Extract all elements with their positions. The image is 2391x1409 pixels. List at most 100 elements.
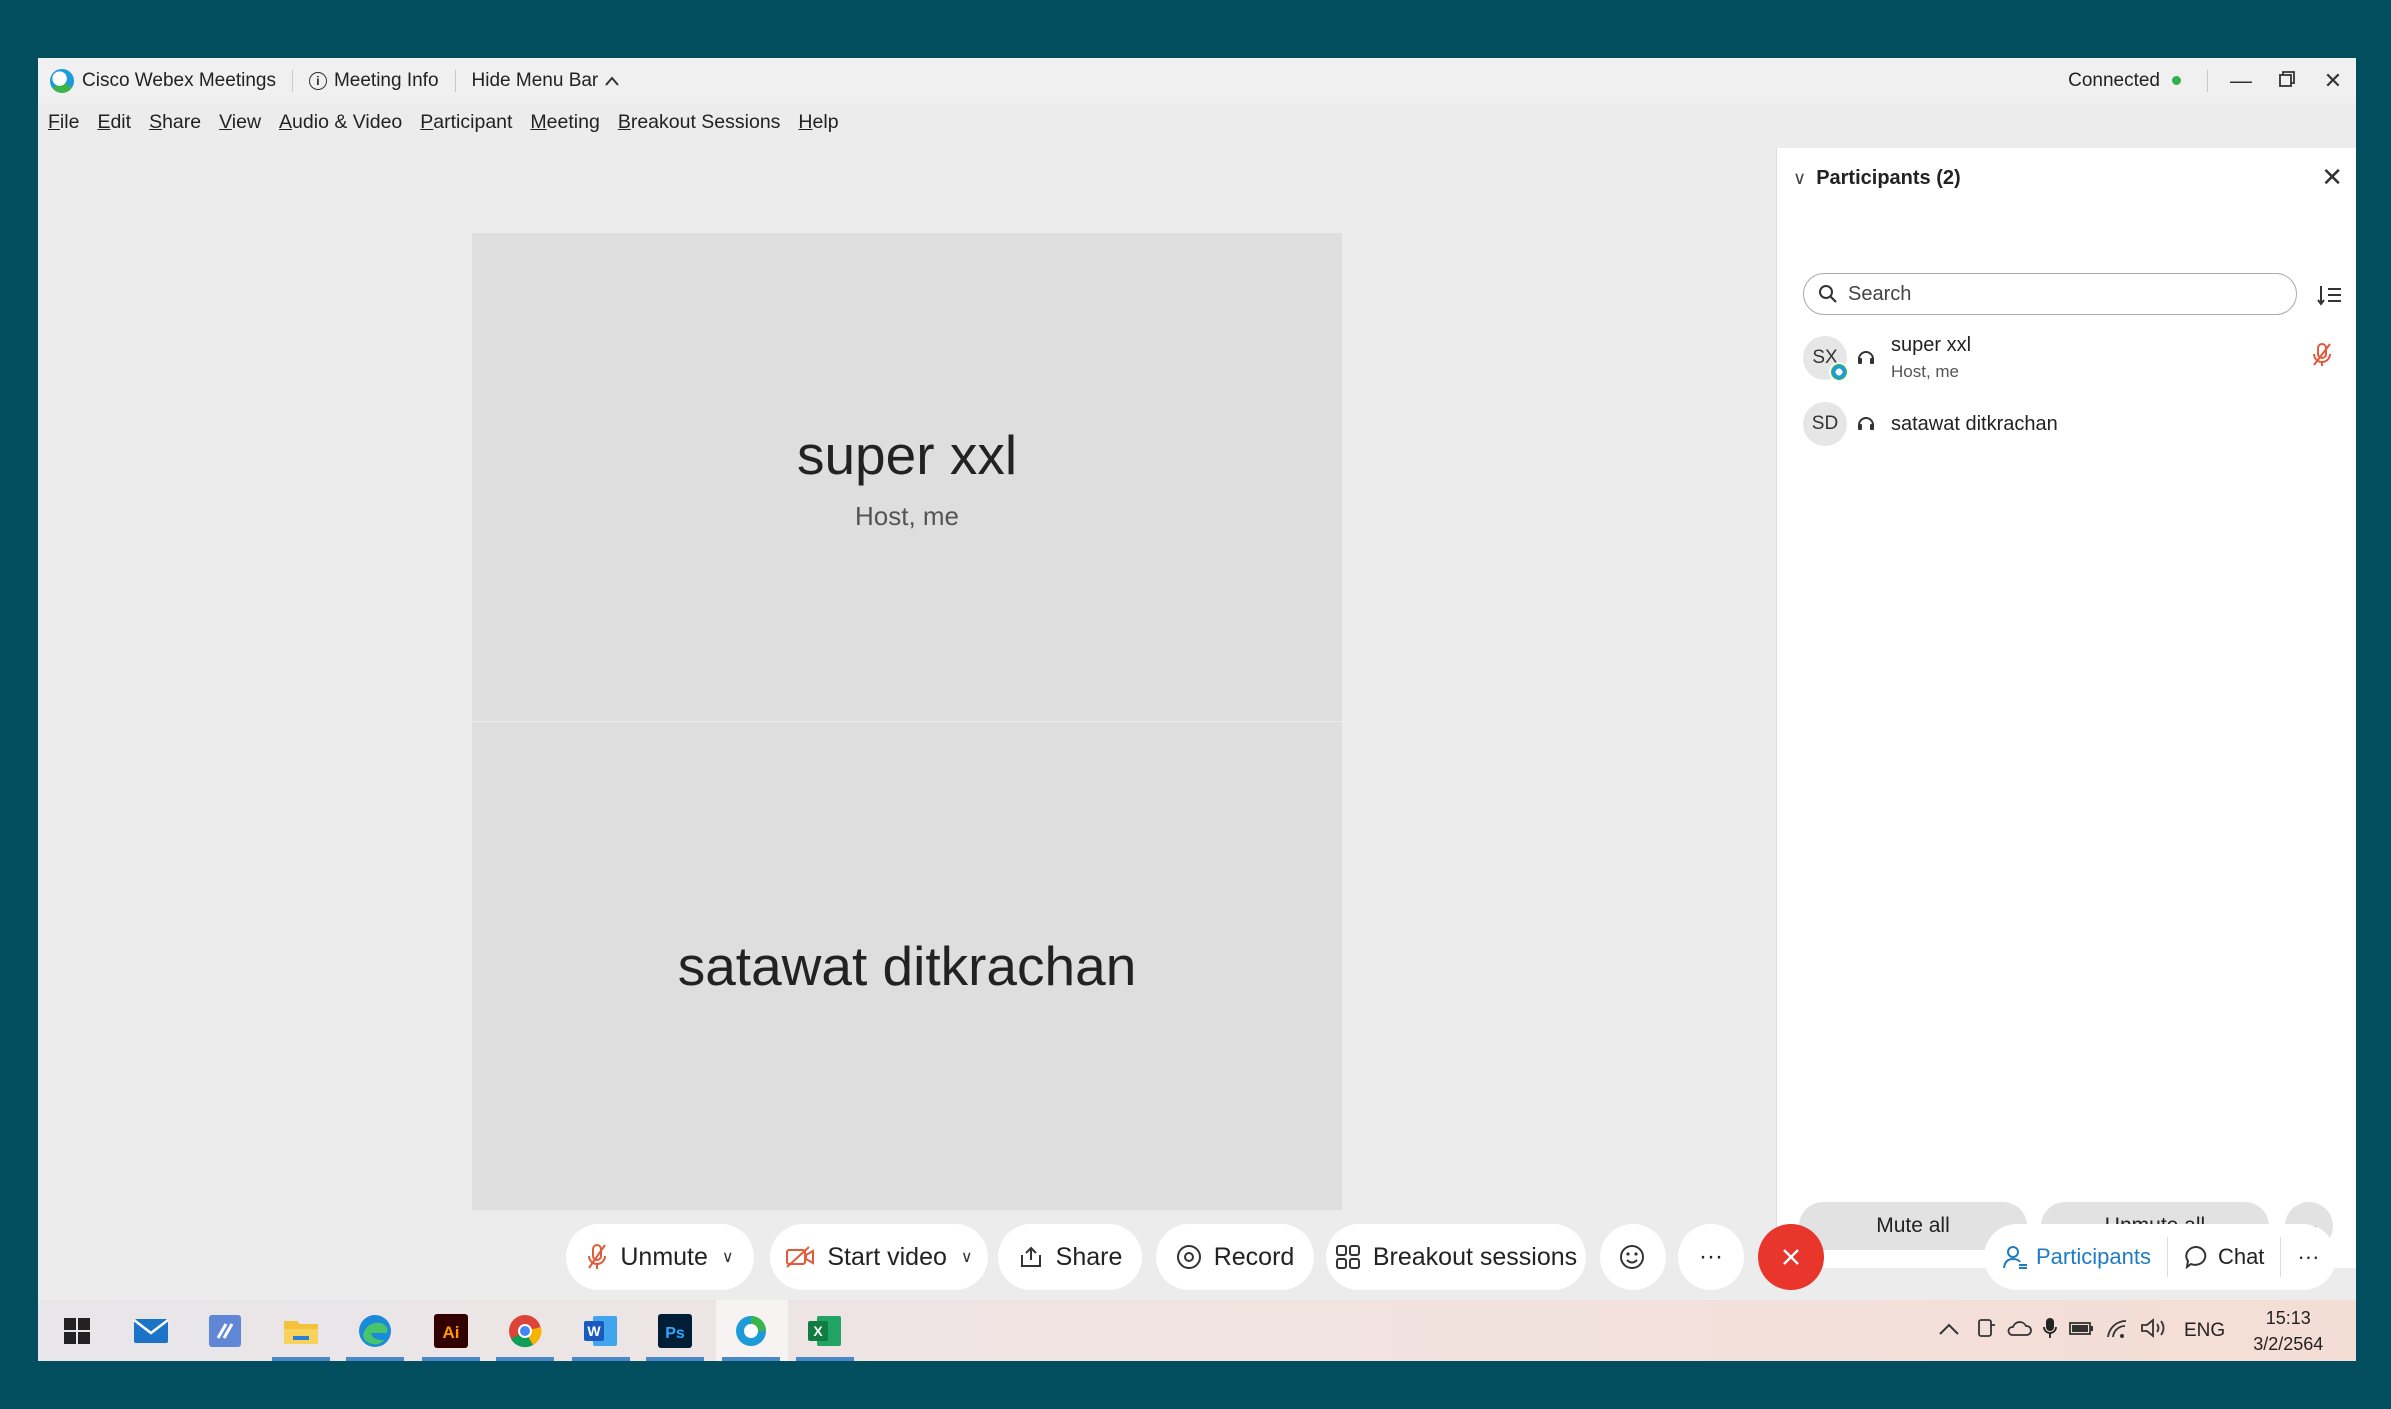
reactions-button[interactable] [1600,1224,1666,1290]
photoshop-icon[interactable]: Ps [656,1312,694,1350]
meeting-info-label: Meeting Info [333,69,439,91]
chat-toggle-label: Chat [2217,1244,2265,1269]
meeting-info-button[interactable]: i Meeting Info [308,69,439,92]
clock-time: 15:13 [2265,1307,2311,1328]
active-indicator [496,1357,554,1361]
menu-help[interactable]: Help [798,111,838,134]
chrome-icon[interactable] [506,1312,544,1350]
menu-file[interactable]: File [48,111,79,134]
video-tile-role: Host, me [854,500,960,531]
active-indicator [646,1357,704,1361]
restore-button[interactable] [2264,68,2310,94]
info-icon: i [308,71,327,90]
participant-name: satawat ditkrachan [1891,412,2058,435]
hide-menu-bar-button[interactable]: Hide Menu Bar [472,70,621,92]
menu-share[interactable]: Share [149,111,201,134]
avatar: SD [1803,402,1847,446]
sort-list-icon[interactable] [2317,284,2343,315]
unmute-button[interactable]: Unmute ∨ [566,1224,754,1290]
video-tile-remote[interactable]: satawat ditkrachan [472,722,1342,1210]
record-button[interactable]: Record [1156,1224,1314,1290]
restore-icon [2279,70,2295,87]
record-label: Record [1213,1242,1295,1271]
more-options-button[interactable]: ··· [1678,1224,1744,1290]
minimize-button[interactable]: — [2218,68,2264,94]
start-video-label: Start video [827,1242,947,1271]
mail-icon[interactable] [132,1312,170,1350]
onedrive-icon[interactable] [2006,1319,2032,1343]
search-icon [1819,285,1837,303]
tray-app-icon[interactable] [1976,1317,1996,1345]
active-indicator [796,1357,854,1361]
participants-toggle-button[interactable]: Participants [2002,1244,2151,1270]
menu-meeting[interactable]: Meeting [530,111,599,134]
webex-logo-icon [50,68,74,93]
close-window-button[interactable]: ✕ [2310,68,2356,94]
menu-edit[interactable]: Edit [97,111,131,134]
video-off-icon [786,1246,815,1268]
clock[interactable]: 15:13 3/2/2564 [2253,1305,2323,1357]
svg-text:Ai: Ai [443,1323,460,1342]
participant-search[interactable] [1803,273,2297,315]
video-tile-name: super xxl [796,423,1018,486]
participants-header: ∨ Participants (2) ✕ [1777,148,2356,208]
chevron-down-icon[interactable]: ∨ [722,1247,734,1267]
active-indicator [572,1357,630,1361]
show-hidden-icons-icon[interactable] [1938,1320,1960,1342]
collapse-chevron-icon[interactable]: ∨ [1793,168,1806,189]
breakout-sessions-button[interactable]: Breakout sessions [1326,1224,1586,1290]
title-bar: Cisco Webex Meetings i Meeting Info Hide… [38,58,2356,103]
divider [2280,1237,2282,1277]
panel-more-options-button[interactable]: ··· [2297,1244,2319,1270]
participant-name: super xxl [1891,334,1972,356]
participant-row[interactable]: SD satawat ditkrachan [1777,394,2356,454]
app-title: Cisco Webex Meetings [82,69,276,91]
divider [2166,1237,2168,1277]
start-video-button[interactable]: Start video ∨ [770,1224,988,1290]
avatar-initials: SD [1811,413,1839,434]
menu-view[interactable]: View [219,111,261,134]
svg-text:X: X [813,1323,823,1339]
microphone-icon[interactable] [2042,1316,2058,1346]
active-indicator [722,1357,780,1361]
microphone-muted-icon[interactable] [2311,342,2333,368]
webex-icon[interactable] [732,1312,770,1350]
microphone-muted-icon [588,1244,607,1269]
participant-row[interactable]: SX super xxl Host, me [1777,328,2356,388]
active-indicator [422,1357,480,1361]
file-explorer-icon[interactable] [282,1312,320,1350]
breakout-sessions-icon [1335,1245,1360,1269]
avatar: SX [1803,336,1849,382]
input-language[interactable]: ENG [2184,1320,2225,1342]
end-meeting-button[interactable] [1758,1224,1824,1290]
divider [454,69,456,92]
start-icon[interactable] [58,1312,96,1350]
connection-status-label: Connected [2068,69,2160,91]
word-icon[interactable]: W [582,1312,620,1350]
edge-icon[interactable] [356,1312,394,1350]
menu-breakout-sessions[interactable]: Breakout Sessions [618,111,781,134]
connected-dot-icon [2172,76,2181,85]
share-label: Share [1055,1242,1123,1271]
wifi-icon[interactable] [2104,1317,2130,1345]
share-button[interactable]: Share [998,1224,1142,1290]
close-icon [1783,1249,1799,1265]
search-input[interactable] [1846,281,2270,307]
participants-toggle-label: Participants [2036,1244,2151,1269]
close-panel-icon[interactable]: ✕ [2321,162,2343,193]
chevron-down-icon[interactable]: ∨ [961,1247,973,1267]
volume-icon[interactable] [2140,1317,2168,1345]
illustrator-icon[interactable]: Ai [432,1312,470,1350]
app-icon[interactable] [206,1312,244,1350]
menu-participant[interactable]: Participant [420,111,512,134]
video-tile-self[interactable]: super xxl Host, me [472,233,1342,721]
video-tile-name: satawat ditkrachan [677,935,1137,997]
chat-toggle-button[interactable]: Chat [2184,1244,2264,1270]
svg-text:Ps: Ps [665,1325,685,1342]
webex-app-badge-icon [1829,362,1849,382]
active-indicator [272,1357,330,1361]
battery-icon[interactable] [2068,1319,2094,1343]
menu-audio-video[interactable]: Audio & Video [279,111,402,134]
excel-icon[interactable]: X [806,1312,844,1350]
participant-role: Host, me [1891,362,1960,381]
